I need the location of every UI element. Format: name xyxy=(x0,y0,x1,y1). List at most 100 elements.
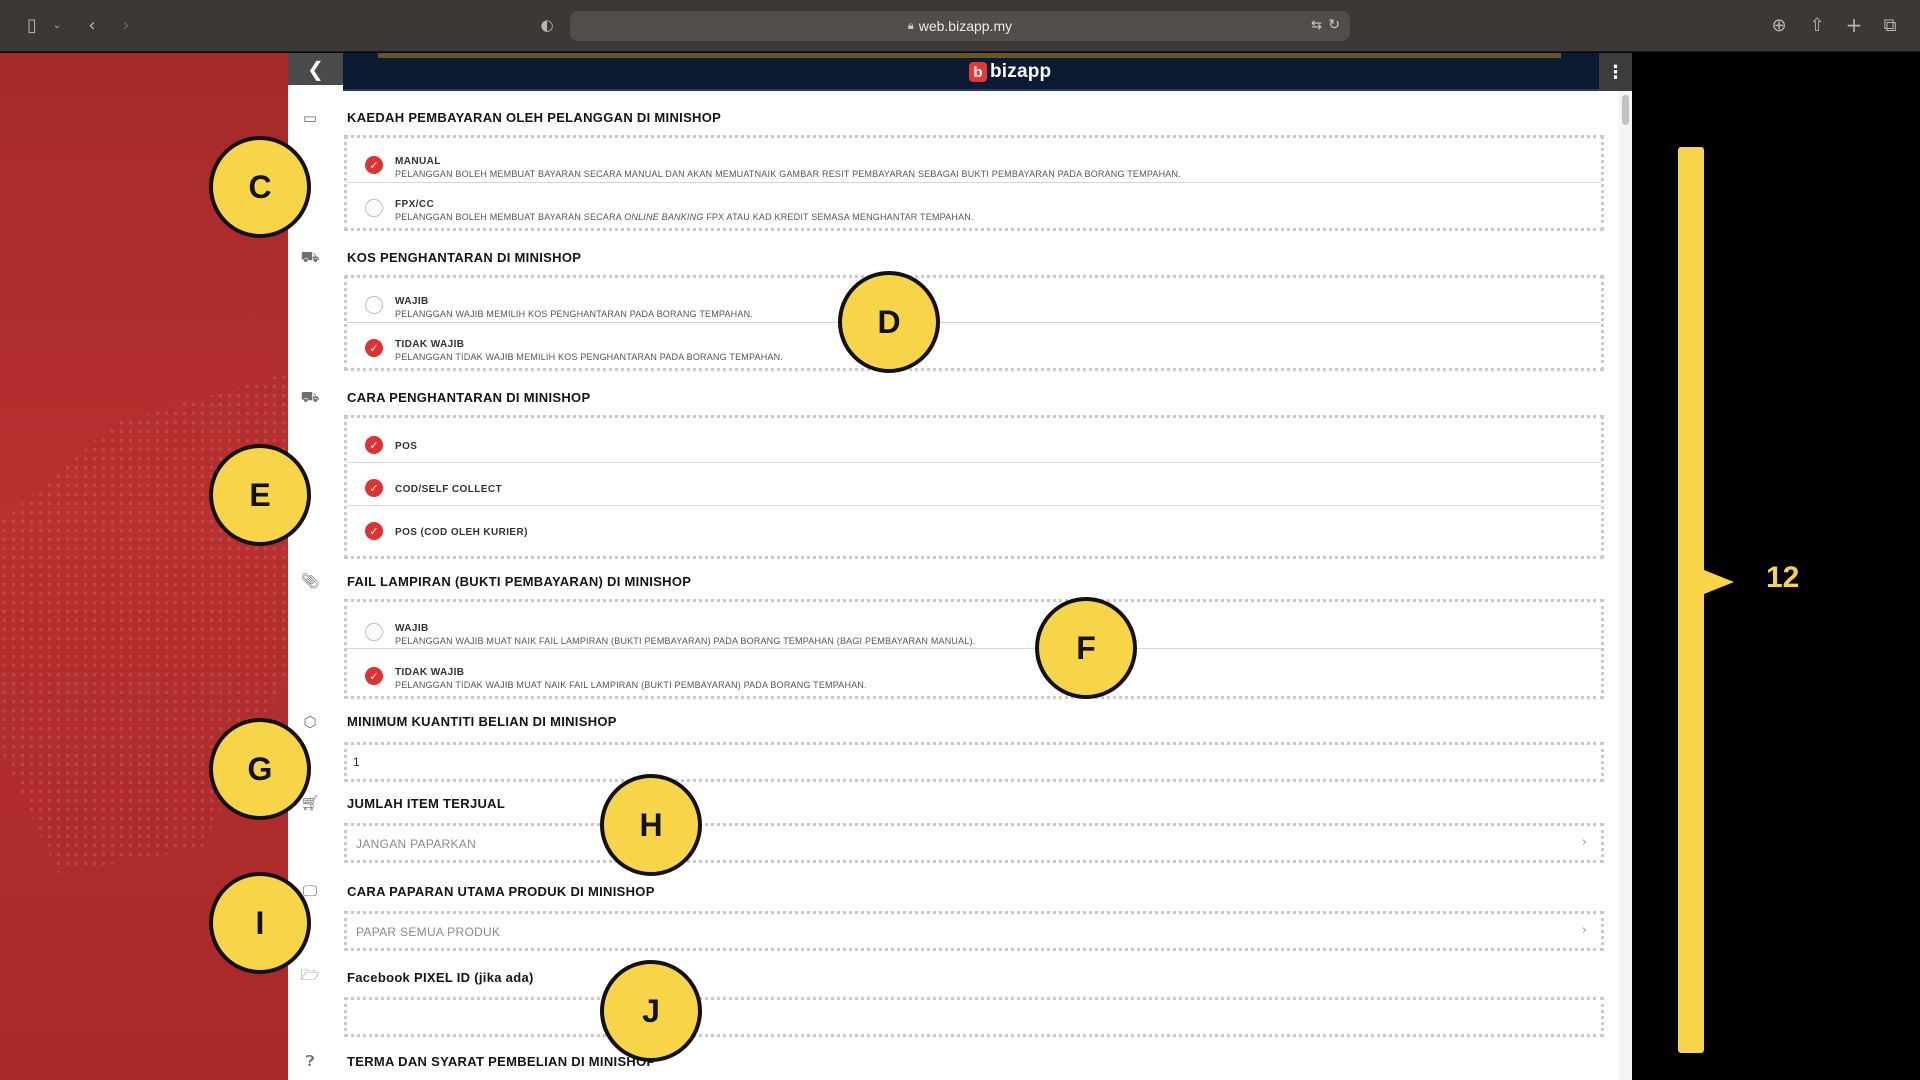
option-manual[interactable]: ✓ MANUAL PELANGGAN BOLEH MEMBUAT BAYARAN… xyxy=(347,138,1601,183)
option-description: PELANGGAN TIDAK WAJIB MEMILIH KOS PENGHA… xyxy=(395,352,784,362)
option-description: PELANGGAN WAJIB MUAT NAIK FAIL LAMPIRAN … xyxy=(395,636,976,646)
callout-j: J xyxy=(600,960,702,1062)
annotation-bracket xyxy=(1678,147,1704,1053)
lock-icon: 🔒︎ xyxy=(907,19,914,32)
display-mode-select[interactable]: PAPAR SEMUA PRODUK › xyxy=(344,911,1604,951)
truck-icon: ⛟ xyxy=(300,388,320,406)
chevron-right-icon: › xyxy=(1581,835,1587,850)
option-label: TIDAK WAJIB xyxy=(395,667,465,678)
callout-c: C xyxy=(209,136,311,238)
option-tidak-wajib[interactable]: ✓ TIDAK WAJIB PELANGGAN TIDAK WAJIB MUAT… xyxy=(347,649,1601,696)
address-bar[interactable]: 🔒︎ web.bizapp.my ⇆ ↻ xyxy=(570,11,1350,41)
option-description: PELANGGAN BOLEH MEMBUAT BAYARAN SECARA M… xyxy=(395,169,1181,179)
bizapp-logo[interactable]: b bizapp xyxy=(969,61,1051,83)
radio-manual[interactable]: ✓ xyxy=(365,156,383,174)
new-tab-icon[interactable]: + xyxy=(1843,12,1865,38)
delivery-method-options: ✓ POS ✓ COD/SELF COLLECT ✓ POS (COD OLEH… xyxy=(344,415,1604,559)
section-title-items-sold: JUMLAH ITEM TERJUAL xyxy=(347,796,506,811)
option-tidak-wajib[interactable]: ✓ TIDAK WAJIB PELANGGAN TIDAK WAJIB MEMI… xyxy=(347,323,1601,368)
chevron-left-icon: ❮ xyxy=(307,58,324,81)
callout-i: I xyxy=(209,872,311,974)
callout-e: E xyxy=(209,444,311,546)
option-wajib[interactable]: WAJIB PELANGGAN WAJIB MUAT NAIK FAIL LAM… xyxy=(347,602,1601,649)
checkbox-pos[interactable]: ✓ xyxy=(365,436,383,454)
option-label: WAJIB xyxy=(395,623,429,634)
callout-f: F xyxy=(1035,597,1137,699)
logo-mark: b xyxy=(969,62,987,82)
tabs-icon[interactable]: ⧉ xyxy=(1879,12,1901,38)
radio-wajib[interactable] xyxy=(365,623,383,641)
radio-tidak-wajib[interactable]: ✓ xyxy=(365,667,383,685)
radio-tidak-wajib[interactable]: ✓ xyxy=(365,339,383,357)
box-icon: ⬡ xyxy=(303,713,317,731)
option-label: POS xyxy=(395,441,418,452)
shipping-cost-options: WAJIB PELANGGAN WAJIB MEMILIH KOS PENGHA… xyxy=(344,275,1604,371)
check-icon: ✓ xyxy=(369,669,379,683)
min-qty-input[interactable]: 1 xyxy=(344,742,1604,782)
option-pos[interactable]: ✓ POS xyxy=(347,418,1601,463)
check-icon: ✓ xyxy=(369,341,379,355)
scrollbar-track[interactable] xyxy=(1619,91,1632,1080)
shield-icon[interactable]: ◐ xyxy=(536,12,558,38)
section-title-payment: KAEDAH PEMBAYARAN OLEH PELANGGAN DI MINI… xyxy=(347,110,722,125)
credit-card-icon: ▭ xyxy=(302,109,318,127)
desc-part: PELANGGAN BOLEH MEMBUAT BAYARAN SECARA xyxy=(395,212,625,222)
option-label: MANUAL xyxy=(395,156,441,167)
option-label: COD/SELF COLLECT xyxy=(395,484,502,495)
chevron-down-icon[interactable]: ⌄ xyxy=(50,12,64,38)
share-icon[interactable]: ⇧ xyxy=(1806,12,1828,38)
check-icon: ✓ xyxy=(369,481,379,495)
banner-accent-line xyxy=(378,53,1561,58)
more-menu-button[interactable]: ⋮ xyxy=(1599,53,1632,91)
section-title-delivery-method: CARA PENGHANTARAN DI MINISHOP xyxy=(347,390,591,405)
payment-options: ✓ MANUAL PELANGGAN BOLEH MEMBUAT BAYARAN… xyxy=(344,135,1604,231)
option-label: TIDAK WAJIB xyxy=(395,339,465,350)
translate-icon[interactable]: ⇆ xyxy=(1311,17,1322,33)
desc-emphasis: ONLINE BANKING xyxy=(624,212,704,222)
back-button[interactable]: ❮ xyxy=(288,53,343,85)
callout-h: H xyxy=(600,774,702,876)
option-description: PELANGGAN BOLEH MEMBUAT BAYARAN SECARA O… xyxy=(395,212,974,222)
items-sold-value: JANGAN PAPARKAN xyxy=(356,837,477,851)
sidebar-icon[interactable]: ▯ xyxy=(20,12,44,38)
option-pos-cod-kurier[interactable]: ✓ POS (COD OLEH KURIER) xyxy=(347,506,1601,556)
truck-icon: ⛟ xyxy=(300,248,320,266)
annotation-number: 12 xyxy=(1766,561,1800,594)
option-description: PELANGGAN WAJIB MEMILIH KOS PENGHANTARAN… xyxy=(395,309,753,319)
section-title-attachment: FAIL LAMPIRAN (BUKTI PEMBAYARAN) DI MINI… xyxy=(347,574,692,589)
settings-panel: ❮ b bizapp ⋮ ▭ KAEDAH PEMBAYARAN OLEH PE… xyxy=(288,53,1632,1080)
checkbox-cod-self-collect[interactable]: ✓ xyxy=(365,479,383,497)
items-sold-select[interactable]: JANGAN PAPARKAN › xyxy=(344,823,1604,863)
section-title-shipping-cost: KOS PENGHANTARAN DI MINISHOP xyxy=(347,250,582,265)
forward-icon[interactable]: › xyxy=(114,12,138,38)
section-title-min-qty: MINIMUM KUANTITI BELIAN DI MINISHOP xyxy=(347,714,617,729)
browser-toolbar: ▯ ⌄ ‹ › ◐ 🔒︎ web.bizapp.my ⇆ ↻ ⊕ ⇧ + ⧉ xyxy=(0,0,1920,52)
question-icon: ❓︎ xyxy=(305,1052,315,1070)
reload-icon[interactable]: ↻ xyxy=(1328,16,1340,33)
radio-fpx-cc[interactable] xyxy=(365,199,383,217)
option-fpx-cc[interactable]: FPX/CC PELANGGAN BOLEH MEMBUAT BAYARAN S… xyxy=(347,183,1601,228)
back-icon[interactable]: ‹ xyxy=(80,12,104,38)
paperclip-icon: 📎︎ xyxy=(300,572,320,590)
scrollbar-thumb[interactable] xyxy=(1622,95,1629,125)
option-label: FPX/CC xyxy=(395,199,435,210)
option-description: PELANGGAN TIDAK WAJIB MUAT NAIK FAIL LAM… xyxy=(395,680,867,690)
option-label: POS (COD OLEH KURIER) xyxy=(395,527,528,538)
option-label: WAJIB xyxy=(395,296,429,307)
check-icon: ✓ xyxy=(369,524,379,538)
section-title-pixel: Facebook PIXEL ID (jika ada) xyxy=(347,970,534,985)
pixel-id-input[interactable] xyxy=(344,997,1604,1037)
attachment-options: WAJIB PELANGGAN WAJIB MUAT NAIK FAIL LAM… xyxy=(344,599,1604,699)
header-banner: b bizapp xyxy=(343,53,1599,91)
callout-g: G xyxy=(209,718,311,820)
option-wajib[interactable]: WAJIB PELANGGAN WAJIB MEMILIH KOS PENGHA… xyxy=(347,278,1601,323)
option-cod-self-collect[interactable]: ✓ COD/SELF COLLECT xyxy=(347,463,1601,506)
checkbox-pos-cod-kurier[interactable]: ✓ xyxy=(365,522,383,540)
download-icon[interactable]: ⊕ xyxy=(1768,12,1790,38)
folder-icon: 🗁︎ xyxy=(300,965,320,984)
radio-wajib[interactable] xyxy=(365,296,383,314)
section-title-terms: TERMA DAN SYARAT PEMBELIAN DI MINISHOP xyxy=(347,1054,656,1069)
logo-text: bizapp xyxy=(990,61,1052,82)
annotation-arrow xyxy=(1704,570,1734,594)
min-qty-value: 1 xyxy=(353,755,360,769)
